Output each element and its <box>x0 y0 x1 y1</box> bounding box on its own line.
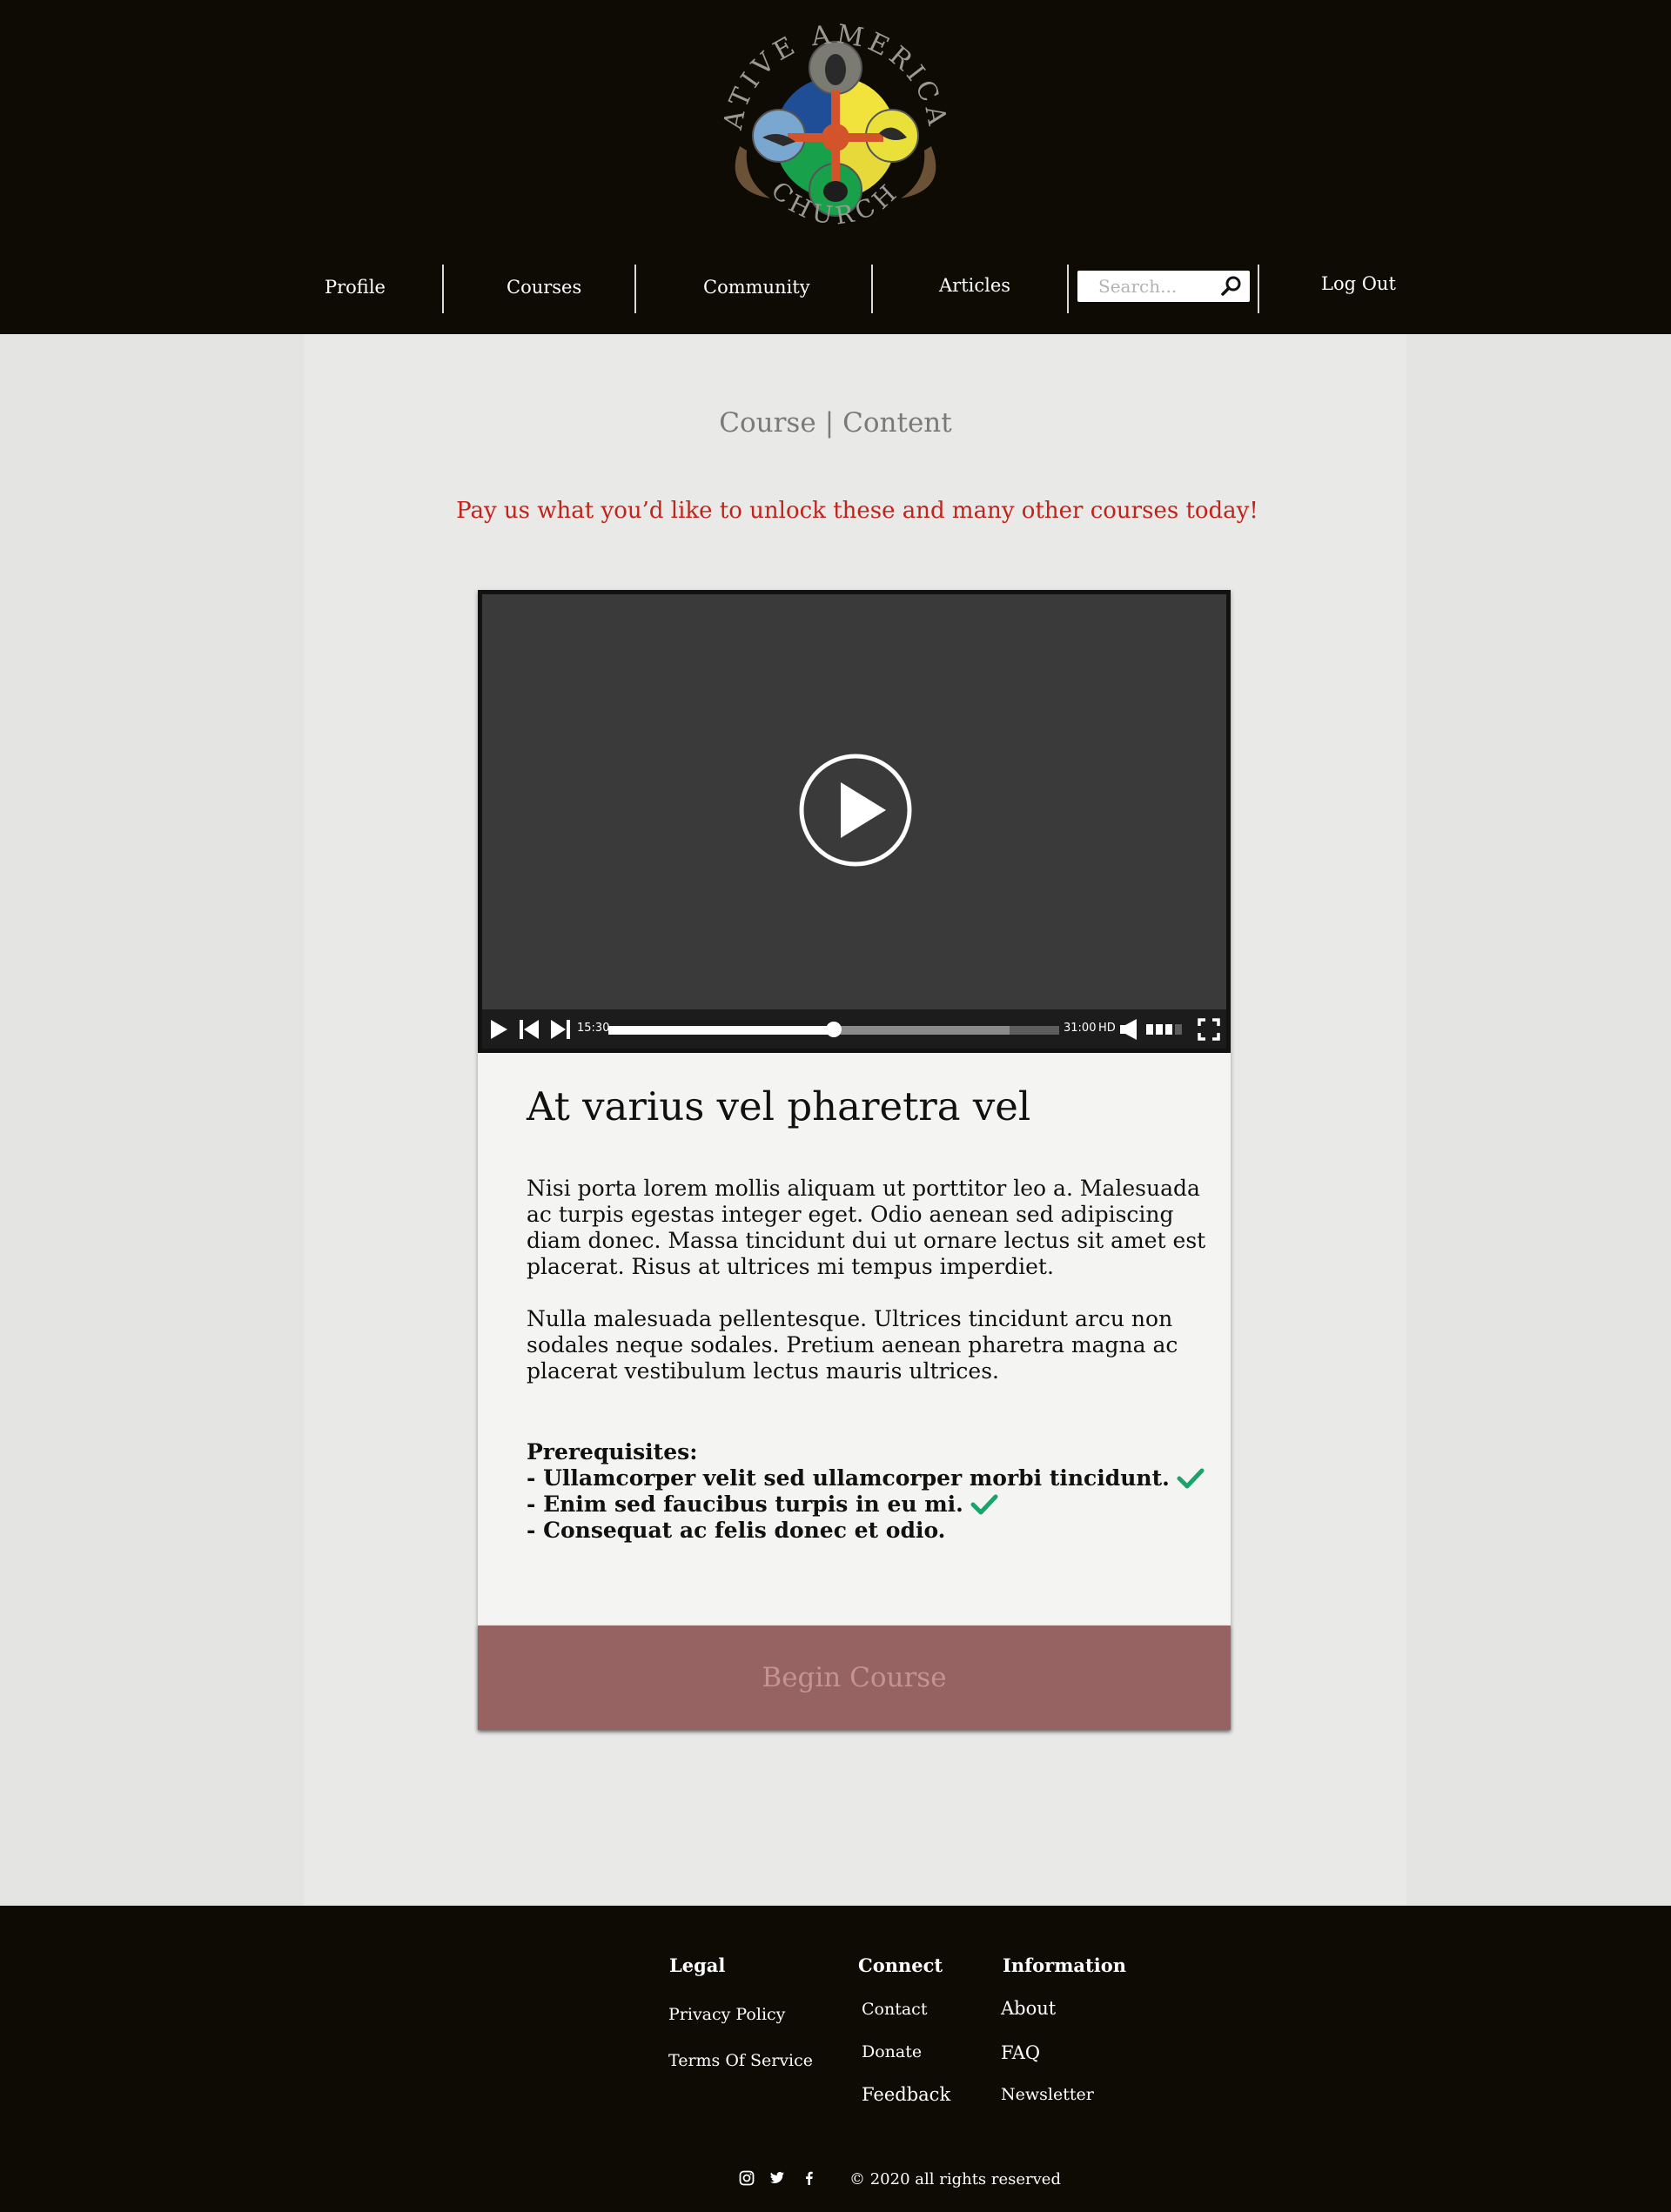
breadcrumb-separator: | <box>824 407 835 439</box>
volume-icon[interactable] <box>1119 1019 1140 1040</box>
church-logo[interactable]: NATIVE AMERICAN CHURCH <box>705 7 966 259</box>
donate-link[interactable]: Donate <box>862 2042 922 2061</box>
faq-link[interactable]: FAQ <box>1001 2042 1040 2063</box>
prerequisite-item: - Consequat ac felis donec et odio. <box>527 1518 1205 1544</box>
breadcrumb-course[interactable]: Course <box>719 407 815 439</box>
checkmark-icon <box>1177 1468 1205 1489</box>
copyright-text: © 2020 all rights reserved <box>849 2170 1061 2189</box>
footer-connect-heading: Connect <box>858 1954 943 1976</box>
prerequisite-text: - Ullamcorper velit sed ullamcorper morb… <box>527 1465 1170 1491</box>
prerequisites: Prerequisites: - Ullamcorper velit sed u… <box>527 1439 1205 1544</box>
course-description-2: Nulla malesuada pellentesque. Ultrices t… <box>527 1306 1178 1384</box>
play-overlay-icon[interactable] <box>798 753 913 868</box>
course-title: At varius vel pharetra vel <box>527 1083 1031 1129</box>
site-footer <box>0 1906 1671 2212</box>
search-box <box>1077 271 1250 302</box>
nav-courses[interactable]: Courses <box>507 277 581 298</box>
nav-community[interactable]: Community <box>703 277 810 298</box>
promo-message[interactable]: Pay us what you’d like to unlock these a… <box>0 498 1671 524</box>
quality-badge[interactable]: HD <box>1098 1022 1116 1035</box>
search-icon[interactable] <box>1220 275 1243 298</box>
twitter-icon[interactable] <box>769 2170 785 2186</box>
prerequisite-text: - Consequat ac felis donec et odio. <box>527 1518 946 1543</box>
footer-legal-heading: Legal <box>669 1954 726 1976</box>
terms-of-service-link[interactable]: Terms Of Service <box>668 2051 813 2070</box>
newsletter-link[interactable]: Newsletter <box>1001 2085 1094 2104</box>
nav-profile[interactable]: Profile <box>325 277 386 298</box>
skip-back-icon[interactable] <box>519 1019 540 1040</box>
video-controls: 15:30 31:00 HD <box>482 1009 1226 1049</box>
search-input[interactable] <box>1097 271 1222 302</box>
contact-link[interactable]: Contact <box>862 2000 927 2019</box>
duration: 31:00 <box>1064 1022 1097 1035</box>
skip-forward-icon[interactable] <box>550 1019 571 1040</box>
about-link[interactable]: About <box>1001 1998 1056 2019</box>
nav-divider <box>634 265 636 313</box>
video-player: 15:30 31:00 HD <box>478 590 1231 1053</box>
site-header: NATIVE AMERICAN CHURCH Profile Courses C… <box>0 0 1671 334</box>
footer-information-heading: Information <box>1003 1954 1126 1976</box>
video-screen[interactable] <box>482 594 1226 1009</box>
course-description-1: Nisi porta lorem mollis aliquam ut portt… <box>527 1176 1206 1279</box>
prerequisite-text: - Enim sed faucibus turpis in eu mi. <box>527 1491 963 1517</box>
checkmark-icon <box>970 1494 998 1515</box>
instagram-icon[interactable] <box>739 2170 755 2186</box>
progress-bar[interactable] <box>608 1022 1059 1037</box>
feedback-link[interactable]: Feedback <box>862 2084 950 2105</box>
prerequisite-item: - Enim sed faucibus turpis in eu mi. <box>527 1491 1205 1518</box>
prerequisites-heading: Prerequisites: <box>527 1439 698 1465</box>
privacy-policy-link[interactable]: Privacy Policy <box>668 2005 785 2024</box>
nav-divider <box>871 265 873 313</box>
nav-divider <box>442 265 444 313</box>
breadcrumb: Course | Content <box>0 407 1671 439</box>
begin-course-button[interactable]: Begin Course <box>478 1625 1231 1730</box>
nav-divider <box>1067 265 1069 313</box>
nav-articles[interactable]: Articles <box>939 275 1010 296</box>
fullscreen-icon[interactable] <box>1198 1018 1220 1041</box>
nav-divider <box>1258 265 1259 313</box>
play-icon[interactable] <box>489 1019 508 1040</box>
prerequisite-item: - Ullamcorper velit sed ullamcorper morb… <box>527 1465 1205 1491</box>
facebook-icon[interactable] <box>802 2170 817 2186</box>
nav-logout[interactable]: Log Out <box>1321 273 1396 294</box>
current-time: 15:30 <box>577 1022 610 1035</box>
progress-handle[interactable] <box>826 1022 842 1037</box>
volume-level[interactable] <box>1146 1022 1188 1036</box>
progress-played <box>608 1026 834 1035</box>
breadcrumb-content[interactable]: Content <box>842 407 952 439</box>
